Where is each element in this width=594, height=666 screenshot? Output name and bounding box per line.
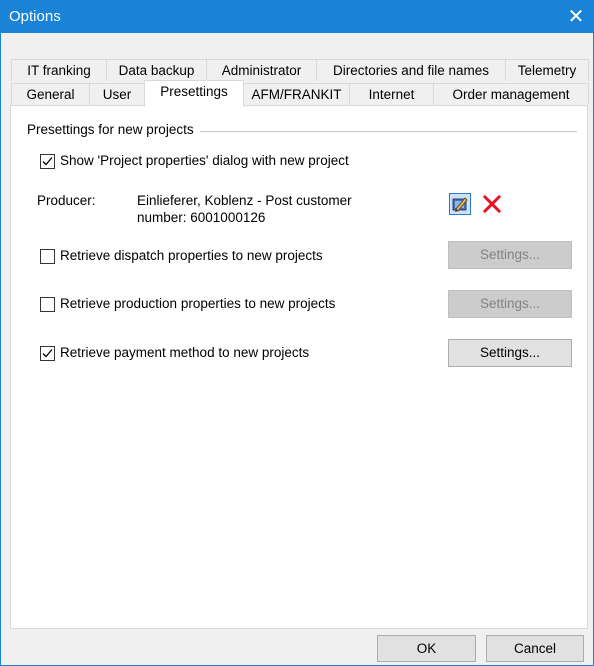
payment-settings-button[interactable]: Settings...	[448, 339, 572, 367]
options-window: Options ✕ IT franking Data backup Admini…	[0, 0, 594, 666]
tab-presettings[interactable]: Presettings	[144, 80, 244, 107]
payment-checkbox[interactable]	[40, 346, 55, 361]
tab-user[interactable]: User	[89, 83, 145, 105]
producer-value-line1: Einlieferer, Koblenz - Post customer	[137, 193, 352, 208]
tab-afm-frankit[interactable]: AFM/FRANKIT	[243, 83, 350, 105]
show-dialog-checkbox[interactable]	[40, 154, 55, 169]
ok-button[interactable]: OK	[377, 635, 476, 662]
tab-row-back: IT franking Data backup Administrator Di…	[11, 59, 589, 81]
presettings-panel: Presettings for new projects Show 'Proje…	[10, 105, 588, 629]
group-title: Presettings for new projects	[27, 122, 200, 137]
tab-data-backup[interactable]: Data backup	[106, 59, 207, 81]
dispatch-checkbox[interactable]	[40, 249, 55, 264]
producer-value-line2: number: 6001000126	[137, 210, 266, 225]
producer-label: Producer:	[37, 193, 96, 208]
remove-producer-button[interactable]	[481, 193, 503, 215]
dispatch-label: Retrieve dispatch properties to new proj…	[60, 248, 323, 263]
title-bar: Options ✕	[1, 1, 593, 33]
tab-order-management[interactable]: Order management	[433, 83, 589, 105]
production-checkbox[interactable]	[40, 297, 55, 312]
tab-telemetry[interactable]: Telemetry	[505, 59, 589, 81]
checkmark-icon	[42, 349, 53, 358]
payment-label: Retrieve payment method to new projects	[60, 345, 310, 360]
cancel-button[interactable]: Cancel	[486, 635, 584, 662]
tab-administrator[interactable]: Administrator	[206, 59, 317, 81]
close-icon: ✕	[567, 6, 585, 28]
production-settings-button[interactable]: Settings...	[448, 290, 572, 318]
edit-producer-icon	[452, 197, 468, 212]
checkmark-icon	[42, 157, 53, 166]
edit-producer-button[interactable]	[449, 193, 471, 215]
production-label: Retrieve production properties to new pr…	[60, 296, 336, 311]
close-button[interactable]: ✕	[559, 1, 593, 33]
remove-producer-icon	[482, 194, 502, 214]
dispatch-settings-button[interactable]: Settings...	[448, 241, 572, 269]
show-dialog-label: Show 'Project properties' dialog with ne…	[60, 153, 349, 168]
tab-internet[interactable]: Internet	[349, 83, 434, 105]
window-title: Options	[9, 8, 61, 25]
tab-directories[interactable]: Directories and file names	[316, 59, 506, 81]
tab-it-franking[interactable]: IT franking	[11, 59, 107, 81]
tab-row-front: General User Presettings AFM/FRANKIT Int…	[11, 80, 589, 107]
tab-general[interactable]: General	[11, 83, 90, 105]
